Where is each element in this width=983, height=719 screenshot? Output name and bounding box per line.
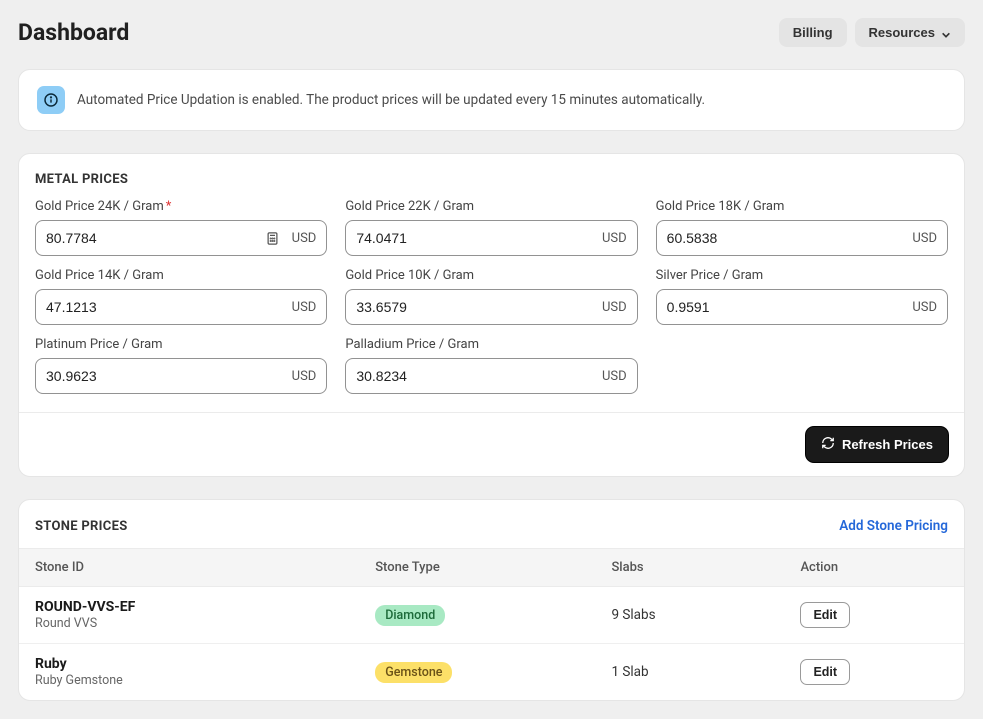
metal-prices-grid: Gold Price 24K / Gram* USD Gold Price 22… (19, 199, 964, 412)
refresh-label: Refresh Prices (842, 437, 933, 452)
gold22-input-wrap[interactable]: USD (345, 220, 637, 256)
edit-button[interactable]: Edit (800, 659, 850, 685)
field-gold10: Gold Price 10K / Gram USD (345, 268, 637, 325)
metal-prices-heading: METAL PRICES (19, 154, 964, 199)
billing-button[interactable]: Billing (779, 18, 847, 47)
gold14-unit: USD (292, 300, 317, 315)
billing-label: Billing (793, 25, 833, 40)
resources-button[interactable]: Resources (855, 18, 965, 47)
refresh-prices-button[interactable]: Refresh Prices (806, 427, 948, 462)
field-gold22: Gold Price 22K / Gram USD (345, 199, 637, 256)
stone-slabs: 9 Slabs (595, 587, 784, 644)
stone-id: Ruby (35, 656, 343, 672)
stone-section-row: STONE PRICES Add Stone Pricing (19, 500, 964, 548)
gold18-input-wrap[interactable]: USD (656, 220, 948, 256)
gold18-label: Gold Price 18K / Gram (656, 199, 948, 214)
chevron-down-icon (941, 28, 951, 38)
field-silver: Silver Price / Gram USD (656, 268, 948, 325)
gold22-input[interactable] (356, 230, 596, 246)
gold18-unit: USD (912, 231, 937, 246)
header: Dashboard Billing Resources (18, 18, 965, 47)
silver-input[interactable] (667, 299, 907, 315)
edit-button[interactable]: Edit (800, 602, 850, 628)
metal-card-footer: Refresh Prices (19, 412, 964, 476)
field-gold18: Gold Price 18K / Gram USD (656, 199, 948, 256)
calculator-icon (265, 231, 280, 246)
stone-header-row: Stone ID Stone Type Slabs Action (19, 549, 964, 587)
gold10-input-wrap[interactable]: USD (345, 289, 637, 325)
gold10-input[interactable] (356, 299, 596, 315)
field-gold14: Gold Price 14K / Gram USD (35, 268, 327, 325)
info-icon (37, 86, 65, 114)
stone-prices-heading: STONE PRICES (35, 519, 128, 534)
platinum-unit: USD (292, 369, 317, 384)
stone-table: Stone ID Stone Type Slabs Action ROUND-V… (19, 548, 964, 700)
col-stone-id: Stone ID (19, 549, 359, 587)
stone-type-chip: Diamond (375, 605, 445, 626)
col-stone-type: Stone Type (359, 549, 595, 587)
header-actions: Billing Resources (779, 18, 965, 47)
add-stone-pricing-link[interactable]: Add Stone Pricing (839, 518, 948, 534)
silver-unit: USD (912, 300, 937, 315)
field-gold24: Gold Price 24K / Gram* USD (35, 199, 327, 256)
stone-slabs: 1 Slab (595, 644, 784, 701)
info-banner-text: Automated Price Updation is enabled. The… (77, 92, 705, 108)
stone-sub: Round VVS (35, 616, 343, 631)
field-platinum: Platinum Price / Gram USD (35, 337, 327, 394)
gold24-unit: USD (292, 231, 317, 246)
gold24-label: Gold Price 24K / Gram* (35, 199, 327, 214)
palladium-input[interactable] (356, 368, 596, 384)
gold14-label: Gold Price 14K / Gram (35, 268, 327, 283)
silver-label: Silver Price / Gram (656, 268, 948, 283)
gold10-unit: USD (602, 300, 627, 315)
field-palladium: Palladium Price / Gram USD (345, 337, 637, 394)
metal-prices-card: METAL PRICES Gold Price 24K / Gram* USD … (18, 153, 965, 477)
gold24-input-wrap[interactable]: USD (35, 220, 327, 256)
stone-type-chip: Gemstone (375, 662, 452, 683)
gold22-label: Gold Price 22K / Gram (345, 199, 637, 214)
table-row: Ruby Ruby Gemstone Gemstone 1 Slab Edit (19, 644, 964, 701)
col-slabs: Slabs (595, 549, 784, 587)
resources-label: Resources (869, 25, 935, 40)
palladium-input-wrap[interactable]: USD (345, 358, 637, 394)
page-title: Dashboard (18, 19, 129, 46)
stone-sub: Ruby Gemstone (35, 673, 343, 688)
gold18-input[interactable] (667, 230, 907, 246)
platinum-input[interactable] (46, 368, 286, 384)
platinum-input-wrap[interactable]: USD (35, 358, 327, 394)
col-action: Action (784, 549, 964, 587)
info-banner-card: Automated Price Updation is enabled. The… (18, 69, 965, 131)
gold10-label: Gold Price 10K / Gram (345, 268, 637, 283)
platinum-label: Platinum Price / Gram (35, 337, 327, 352)
table-row: ROUND-VVS-EF Round VVS Diamond 9 Slabs E… (19, 587, 964, 644)
info-banner: Automated Price Updation is enabled. The… (19, 70, 964, 130)
refresh-icon (821, 436, 835, 453)
stone-id: ROUND-VVS-EF (35, 599, 343, 615)
gold22-unit: USD (602, 231, 627, 246)
gold14-input-wrap[interactable]: USD (35, 289, 327, 325)
gold24-input[interactable] (46, 230, 265, 246)
palladium-label: Palladium Price / Gram (345, 337, 637, 352)
gold14-input[interactable] (46, 299, 286, 315)
silver-input-wrap[interactable]: USD (656, 289, 948, 325)
stone-prices-card: STONE PRICES Add Stone Pricing Stone ID … (18, 499, 965, 701)
palladium-unit: USD (602, 369, 627, 384)
